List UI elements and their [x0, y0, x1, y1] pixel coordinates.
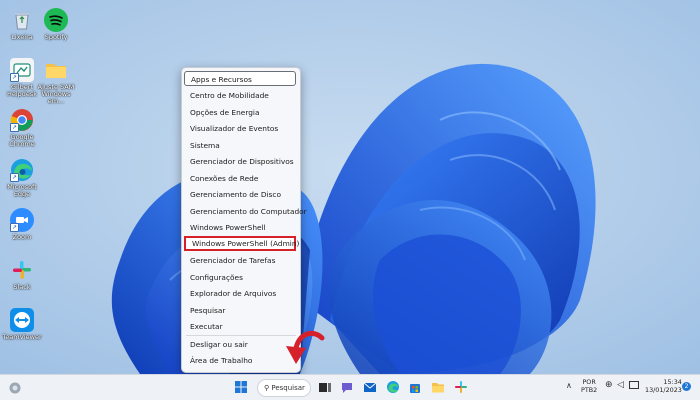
- search-icon: ⚲: [264, 384, 270, 392]
- annotation-arrow-icon: [286, 330, 325, 364]
- search-label: Pesquisar: [271, 384, 305, 392]
- desktop-icon-edge[interactable]: ↗ Microsoft Edge: [0, 158, 44, 198]
- desktop-icon-label: Slack: [13, 283, 31, 291]
- desktop-icon-chrome[interactable]: ↗ Google Chrome: [0, 108, 44, 148]
- menu-item-powershell[interactable]: Windows PowerShell: [184, 220, 296, 235]
- chrome-icon: ↗: [10, 108, 34, 132]
- clock-date: 13/01/2023: [645, 386, 682, 394]
- explorer-icon[interactable]: [431, 380, 445, 394]
- widgets-icon[interactable]: [8, 381, 22, 395]
- menu-item-event-viewer[interactable]: Visualizador de Eventos: [184, 121, 296, 136]
- desktop-icon-label: Zoom: [12, 233, 32, 241]
- language-line1: POR: [582, 378, 596, 386]
- desktop-icon-folder[interactable]: Ajuste SAM Windows em...: [34, 58, 78, 105]
- edge-taskbar-icon[interactable]: [386, 380, 400, 394]
- menu-item-file-explorer[interactable]: Explorador de Arquivos: [184, 286, 296, 301]
- notification-badge[interactable]: 2: [682, 382, 691, 391]
- slack-icon: [10, 258, 34, 282]
- menu-item-powershell-admin[interactable]: Windows PowerShell (Admin): [184, 236, 299, 251]
- menu-item-network-connections[interactable]: Conexões de Rede: [184, 171, 296, 186]
- shortcut-arrow-icon: ↗: [10, 173, 19, 182]
- zoom-icon: ↗: [10, 208, 34, 232]
- helpdesk-icon: ↗: [10, 58, 34, 82]
- chat-icon[interactable]: [340, 380, 354, 394]
- shortcut-arrow-icon: ↗: [10, 223, 19, 232]
- shortcut-arrow-icon: ↗: [10, 73, 19, 82]
- clock[interactable]: 15:34 13/01/2023: [645, 378, 682, 394]
- menu-item-computer-management[interactable]: Gerenciamento do Computador: [184, 204, 307, 219]
- spotify-icon: [44, 8, 68, 32]
- task-view-icon[interactable]: [318, 380, 332, 394]
- language-indicator[interactable]: POR PTB2: [581, 378, 597, 394]
- mail-icon[interactable]: [363, 380, 377, 394]
- desktop-icon-slack[interactable]: Slack: [0, 258, 44, 291]
- store-icon[interactable]: [408, 380, 422, 394]
- menu-item-search[interactable]: Pesquisar: [184, 303, 296, 318]
- menu-item-task-manager[interactable]: Gerenciador de Tarefas: [184, 253, 296, 268]
- menu-item-settings[interactable]: Configurações: [184, 270, 296, 285]
- desktop-screen: Lixeira Spotify ↗ Gilbert Helpdesk Ajust…: [0, 0, 700, 400]
- menu-item-system[interactable]: Sistema: [184, 138, 296, 153]
- menu-item-disk-management[interactable]: Gerenciamento de Disco: [184, 187, 296, 202]
- menu-item-mobility-center[interactable]: Centro de Mobilidade: [184, 88, 296, 103]
- slack-taskbar-icon[interactable]: [454, 380, 468, 394]
- battery-icon[interactable]: [629, 381, 639, 389]
- desktop-icon-label: Spotify: [44, 33, 68, 41]
- volume-icon[interactable]: ◁: [617, 380, 624, 390]
- chevron-up-icon[interactable]: ∧: [566, 381, 572, 390]
- menu-item-power-options[interactable]: Opções de Energia: [184, 105, 296, 120]
- taskbar-search[interactable]: ⚲ Pesquisar: [257, 379, 311, 397]
- taskbar: ⚲ Pesquisar ∧ POR PTB2 ⊕ ◁ 15:34 13/01/2…: [0, 374, 700, 400]
- desktop-icon-label: Google Chrome: [9, 133, 35, 148]
- desktop-icon-spotify[interactable]: Spotify: [34, 8, 78, 41]
- edge-icon: ↗: [10, 158, 34, 182]
- start-icon[interactable]: [234, 380, 248, 394]
- recycle-bin-icon: [10, 8, 34, 32]
- folder-icon: [44, 58, 68, 82]
- teamviewer-icon: [10, 308, 34, 332]
- network-icon[interactable]: ⊕: [605, 380, 613, 390]
- language-line2: PTB2: [581, 386, 598, 394]
- shortcut-arrow-icon: ↗: [10, 123, 19, 132]
- menu-item-apps[interactable]: Apps e Recursos: [184, 71, 296, 86]
- desktop-icon-label: Microsoft Edge: [7, 183, 37, 198]
- wallpaper: [0, 0, 700, 374]
- desktop-icon-label: Ajuste SAM Windows em...: [37, 83, 75, 105]
- menu-item-device-manager[interactable]: Gerenciador de Dispositivos: [184, 154, 296, 169]
- clock-time: 15:34: [663, 378, 682, 386]
- desktop-icon-label: TeamViewer: [2, 333, 42, 341]
- desktop-icon-teamviewer[interactable]: TeamViewer: [0, 308, 44, 341]
- desktop-icon-zoom[interactable]: ↗ Zoom: [0, 208, 44, 241]
